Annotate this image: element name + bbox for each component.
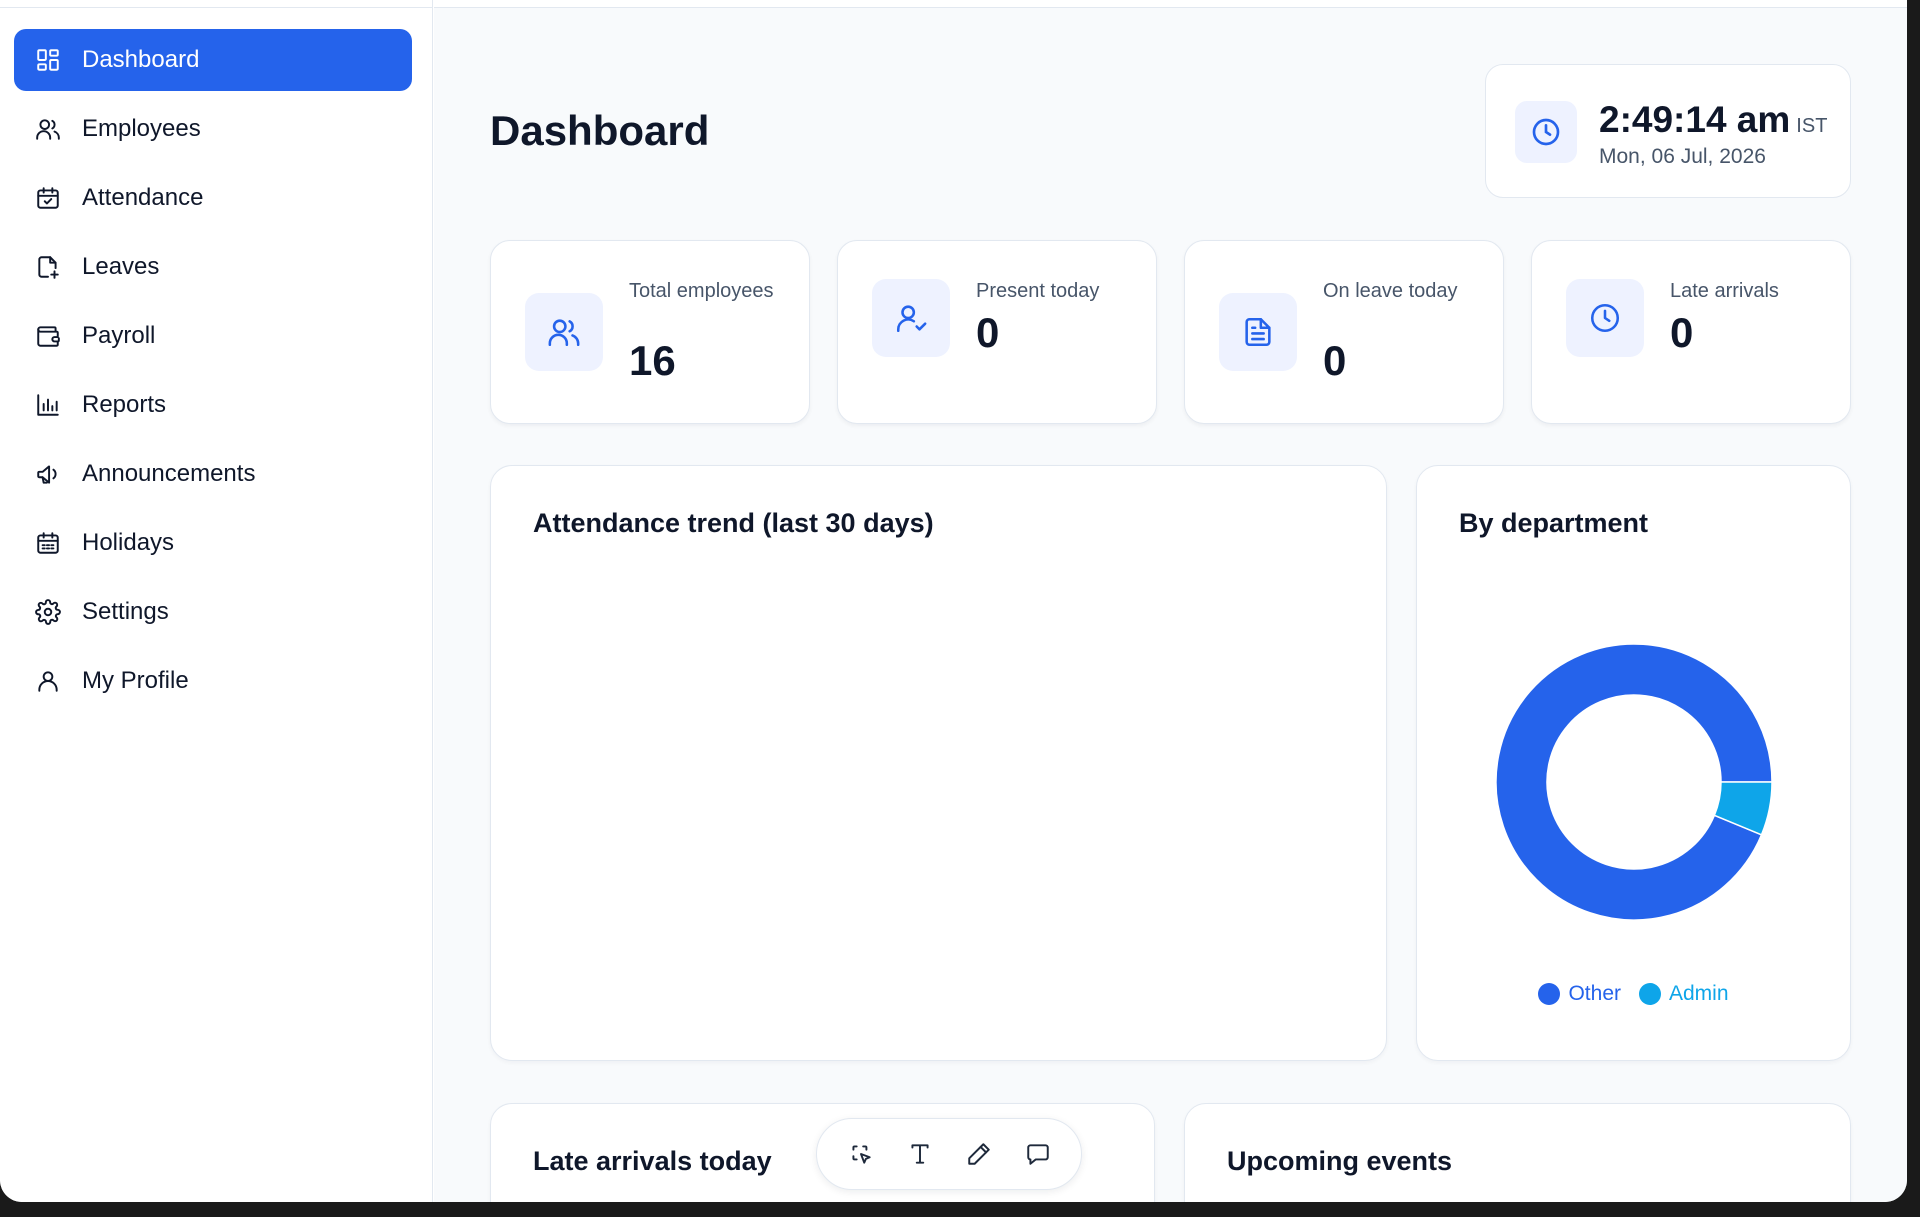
clock-timezone: IST — [1796, 115, 1828, 137]
pencil-icon[interactable] — [957, 1132, 1001, 1176]
comment-icon[interactable] — [1016, 1132, 1060, 1176]
sidebar-item-payroll[interactable]: Payroll — [14, 305, 412, 367]
sidebar-item-label: My Profile — [82, 667, 189, 694]
file-plus-icon — [34, 253, 62, 281]
app-window: Dashboard Employees Attendance Leaves Pa… — [0, 0, 1907, 1202]
sidebar-item-label: Announcements — [82, 460, 256, 487]
sidebar-item-label: Attendance — [82, 184, 204, 211]
sidebar-item-my-profile[interactable]: My Profile — [14, 650, 412, 712]
legend-label: Admin — [1669, 982, 1729, 1005]
panel-title: Attendance trend (last 30 days) — [533, 508, 934, 538]
legend-item-admin[interactable]: Admin — [1639, 982, 1729, 1006]
panel-title: Upcoming events — [1227, 1146, 1453, 1176]
legend-item-other[interactable]: Other — [1538, 982, 1621, 1006]
legend-label: Other — [1568, 982, 1621, 1005]
stat-card-late-arrivals[interactable]: Late arrivals 0 — [1531, 240, 1851, 424]
calendar-check-icon — [34, 184, 62, 212]
stat-label: Late arrivals — [1670, 280, 1779, 302]
stat-card-present-today[interactable]: Present today 0 — [837, 240, 1157, 424]
department-panel: By department Other Admin — [1416, 465, 1851, 1061]
page-title: Dashboard — [490, 107, 710, 154]
stat-value: 0 — [1670, 309, 1694, 356]
user-check-icon — [872, 279, 950, 357]
wallet-icon — [34, 322, 62, 350]
sidebar-item-leaves[interactable]: Leaves — [14, 236, 412, 298]
attendance-trend-panel: Attendance trend (last 30 days) — [490, 465, 1387, 1061]
stat-card-on-leave-today[interactable]: On leave today 0 — [1184, 240, 1504, 424]
stat-label: On leave today — [1323, 280, 1458, 302]
clock-time-value: 2:49:14 am — [1599, 99, 1791, 140]
department-donut-chart — [1495, 643, 1773, 921]
clock-time: 2:49:14 am IST — [1599, 99, 1827, 141]
stat-value: 16 — [629, 337, 676, 384]
select-icon[interactable] — [839, 1132, 883, 1176]
annotation-toolbar — [816, 1118, 1082, 1190]
main-content: Dashboard 2:49:14 am IST Mon, 06 Jul, 202… — [434, 0, 1907, 1202]
sidebar-item-label: Employees — [82, 115, 201, 142]
sidebar: Dashboard Employees Attendance Leaves Pa… — [0, 0, 433, 1202]
sidebar-item-holidays[interactable]: Holidays — [14, 512, 412, 574]
sidebar-item-label: Dashboard — [82, 46, 200, 73]
document-icon — [1219, 293, 1297, 371]
sidebar-item-attendance[interactable]: Attendance — [14, 167, 412, 229]
megaphone-icon — [34, 460, 62, 488]
stats-row: Total employees 16 Present today 0 On le… — [490, 240, 1851, 424]
dashboard-grid-icon — [34, 46, 62, 74]
text-icon[interactable] — [898, 1132, 942, 1176]
stat-value: 0 — [1323, 337, 1347, 384]
sidebar-item-announcements[interactable]: Announcements — [14, 443, 412, 505]
stat-card-total-employees[interactable]: Total employees 16 — [490, 240, 810, 424]
stat-label: Present today — [976, 280, 1100, 302]
sidebar-item-reports[interactable]: Reports — [14, 374, 412, 436]
stat-value: 0 — [976, 309, 1000, 356]
gear-icon — [34, 598, 62, 626]
users-icon — [34, 115, 62, 143]
sidebar-item-label: Holidays — [82, 529, 175, 556]
sidebar-item-dashboard[interactable]: Dashboard — [14, 29, 412, 91]
sidebar-item-label: Reports — [82, 391, 167, 418]
chart-legend: Other Admin — [1417, 982, 1850, 1006]
stat-label: Total employees — [629, 280, 774, 302]
clock-date: Mon, 06 Jul, 2026 — [1599, 145, 1766, 168]
legend-swatch-other — [1538, 983, 1561, 1005]
sidebar-item-label: Leaves — [82, 253, 160, 280]
calendar-grid-icon — [34, 529, 62, 557]
top-bar — [434, 0, 1907, 8]
clock-icon — [1566, 279, 1644, 357]
clock-card: 2:49:14 am IST Mon, 06 Jul, 2026 — [1485, 64, 1851, 198]
sidebar-nav: Dashboard Employees Attendance Leaves Pa… — [14, 29, 412, 719]
panel-title: Late arrivals today — [533, 1146, 772, 1176]
bar-chart-icon — [34, 391, 62, 419]
sidebar-item-label: Payroll — [82, 322, 156, 349]
sidebar-top-border — [0, 0, 433, 8]
upcoming-events-panel: Upcoming events — [1184, 1103, 1851, 1202]
sidebar-item-label: Settings — [82, 598, 169, 625]
legend-swatch-admin — [1639, 983, 1661, 1005]
users-icon — [525, 293, 603, 371]
user-icon — [34, 667, 62, 695]
attendance-trend-chart-area — [533, 576, 1344, 1030]
clock-icon — [1515, 101, 1577, 163]
sidebar-item-settings[interactable]: Settings — [14, 581, 412, 643]
sidebar-item-employees[interactable]: Employees — [14, 98, 412, 160]
